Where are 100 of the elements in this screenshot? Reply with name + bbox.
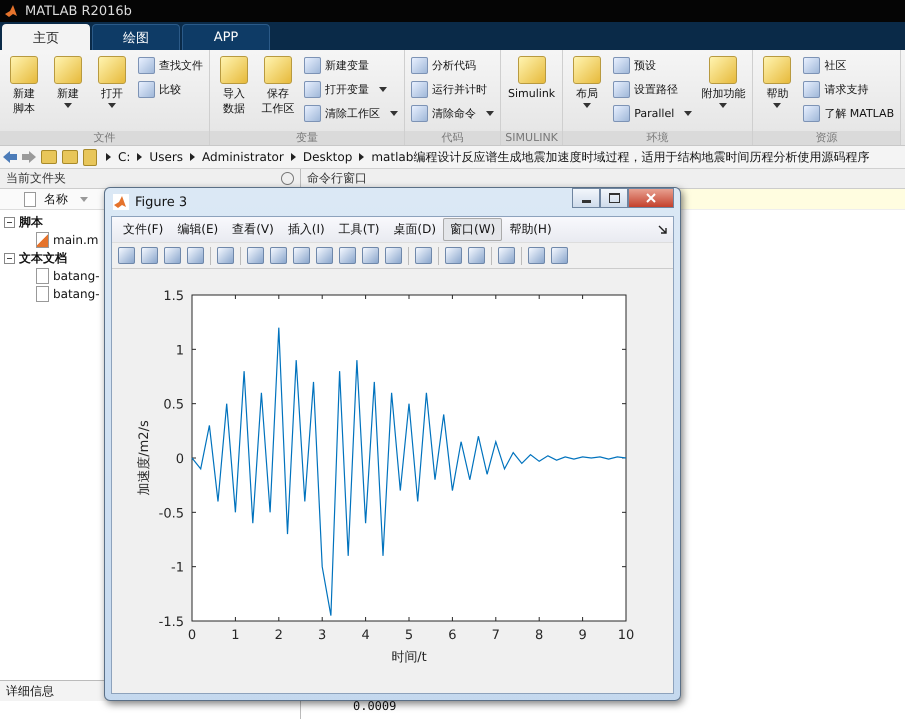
toolbar-icon[interactable] bbox=[141, 247, 158, 264]
menu-item[interactable]: 插入(I) bbox=[280, 218, 332, 241]
toolstrip-button[interactable]: Simulink bbox=[505, 54, 558, 131]
section-label: 文件 bbox=[0, 131, 209, 145]
close-button[interactable] bbox=[628, 188, 674, 208]
path-crumb[interactable]: Desktop bbox=[302, 150, 352, 164]
minimize-button[interactable] bbox=[572, 188, 600, 208]
x-tick-label: 0 bbox=[188, 628, 196, 643]
toolstrip-button[interactable]: 分析代码 bbox=[409, 55, 496, 76]
menu-item[interactable]: 工具(T) bbox=[332, 218, 386, 241]
x-axis-label: 时间/t bbox=[391, 650, 427, 665]
toolbar-icon[interactable] bbox=[385, 247, 402, 264]
toolbar-icon[interactable] bbox=[498, 247, 515, 264]
file-name[interactable]: batang- bbox=[53, 269, 100, 283]
toolbar-icon[interactable] bbox=[187, 247, 204, 264]
x-tick-label: 10 bbox=[618, 628, 634, 643]
toolbar-icon[interactable] bbox=[415, 247, 432, 264]
toolbar-icon[interactable] bbox=[316, 247, 333, 264]
toolstrip-button[interactable]: 打开变量 bbox=[302, 79, 400, 100]
ribbon-tab[interactable]: 主页 bbox=[2, 24, 90, 50]
file-name[interactable]: batang- bbox=[53, 287, 100, 301]
tool-icon bbox=[220, 56, 248, 84]
menu-item[interactable]: 窗口(W) bbox=[443, 218, 502, 241]
dock-arrow-icon[interactable] bbox=[658, 225, 667, 234]
toolbar-icon[interactable] bbox=[528, 247, 545, 264]
y-axis-label: 加速度/m2/s bbox=[137, 420, 152, 496]
toolstrip-button[interactable]: 新建 bbox=[48, 54, 88, 131]
toolstrip-button[interactable]: 预设 bbox=[611, 55, 694, 76]
text-file-icon bbox=[36, 286, 49, 302]
group-label: 文本文档 bbox=[19, 250, 67, 266]
separator-icon bbox=[290, 153, 296, 161]
section-label: 资源 bbox=[753, 131, 900, 145]
menu-item[interactable]: 桌面(D) bbox=[386, 218, 444, 241]
path-crumb[interactable]: Users bbox=[149, 150, 184, 164]
menu-item[interactable]: 查看(V) bbox=[225, 218, 281, 241]
text-file-icon bbox=[36, 268, 49, 284]
dropdown-icon[interactable] bbox=[281, 172, 294, 185]
toolstrip-button[interactable]: 帮助 bbox=[757, 54, 798, 131]
toolstrip-button[interactable]: 运行并计时 bbox=[409, 79, 496, 100]
ribbon-tab[interactable]: 绘图 bbox=[92, 24, 180, 50]
ribbon-tab[interactable]: APP bbox=[182, 24, 270, 50]
path-crumb[interactable]: matlab编程设计反应谱生成地震加速度时域过程，适用于结构地震时间历程分析使用源码程序 bbox=[371, 148, 870, 166]
toolstrip-button[interactable]: 新建变量 bbox=[302, 55, 400, 76]
toolstrip-button[interactable]: 清除工作区 bbox=[302, 103, 400, 124]
column-header[interactable]: 名称 bbox=[44, 190, 68, 208]
toolbar-icon[interactable] bbox=[445, 247, 462, 264]
toolbar-icon[interactable] bbox=[551, 247, 568, 264]
section-label: 变量 bbox=[210, 131, 404, 145]
group-label: 脚本 bbox=[19, 214, 43, 230]
toolbar-icon[interactable] bbox=[217, 247, 234, 264]
x-tick-label: 1 bbox=[231, 628, 240, 643]
x-tick-label: 8 bbox=[535, 628, 544, 643]
maximize-button[interactable] bbox=[600, 188, 628, 208]
y-tick-label: 1 bbox=[176, 343, 184, 358]
tool-icon bbox=[803, 81, 820, 98]
file-name[interactable]: main.m bbox=[53, 233, 98, 247]
y-tick-label: 1.5 bbox=[163, 289, 184, 304]
toolbar-icon[interactable] bbox=[118, 247, 135, 264]
toolstrip-button[interactable]: 附加功能 bbox=[698, 54, 748, 131]
toolstrip-button[interactable]: 保存 工作区 bbox=[258, 54, 298, 131]
toolstrip-button[interactable]: 清除命令 bbox=[409, 103, 496, 124]
tool-icon bbox=[304, 105, 321, 122]
x-tick-label: 6 bbox=[448, 628, 457, 643]
y-tick-label: -1.5 bbox=[158, 615, 184, 630]
toolbar-icon[interactable] bbox=[293, 247, 310, 264]
toolstrip-button[interactable]: 比较 bbox=[136, 79, 205, 100]
toolstrip-button[interactable]: 打开 bbox=[92, 54, 132, 131]
collapse-toggle-icon[interactable] bbox=[4, 216, 15, 228]
toolbar-icon[interactable] bbox=[164, 247, 181, 264]
caret-icon bbox=[64, 103, 72, 108]
toolbar-icon[interactable] bbox=[362, 247, 379, 264]
toolbar-icon[interactable] bbox=[270, 247, 287, 264]
separator-icon bbox=[106, 153, 111, 161]
x-tick-label: 2 bbox=[274, 628, 283, 643]
caret-icon bbox=[390, 111, 398, 116]
collapse-toggle-icon[interactable] bbox=[4, 252, 15, 264]
back-arrow-icon[interactable] bbox=[3, 151, 17, 163]
toolstrip-button[interactable]: 查找文件 bbox=[136, 55, 205, 76]
path-crumb[interactable]: Administrator bbox=[202, 150, 284, 164]
toolstrip-button[interactable]: Parallel bbox=[611, 103, 694, 124]
toolstrip-button[interactable]: 导入 数据 bbox=[214, 54, 254, 131]
y-tick-label: -1 bbox=[171, 560, 184, 576]
menu-item[interactable]: 文件(F) bbox=[116, 218, 170, 241]
toolbar-icon[interactable] bbox=[339, 247, 356, 264]
path-crumb[interactable]: C: bbox=[118, 150, 130, 164]
toolstrip-button[interactable]: 请求支持 bbox=[801, 79, 896, 100]
section-label: 环境 bbox=[563, 131, 752, 145]
y-tick-label: 0.5 bbox=[163, 398, 184, 413]
toolstrip-button[interactable]: 设置路径 bbox=[611, 79, 694, 100]
tool-icon bbox=[709, 56, 738, 84]
toolstrip-button[interactable]: 了解 MATLAB bbox=[801, 103, 896, 124]
tool-icon bbox=[10, 56, 38, 84]
toolbar-icon[interactable] bbox=[468, 247, 485, 264]
toolstrip-button[interactable]: 新建 脚本 bbox=[4, 54, 44, 131]
toolstrip-button[interactable]: 布局 bbox=[567, 54, 608, 131]
forward-arrow-icon[interactable] bbox=[22, 151, 36, 163]
menu-item[interactable]: 编辑(E) bbox=[170, 218, 226, 241]
toolbar-icon[interactable] bbox=[247, 247, 264, 264]
menu-item[interactable]: 帮助(H) bbox=[502, 218, 559, 241]
toolstrip-button[interactable]: 社区 bbox=[801, 55, 896, 76]
